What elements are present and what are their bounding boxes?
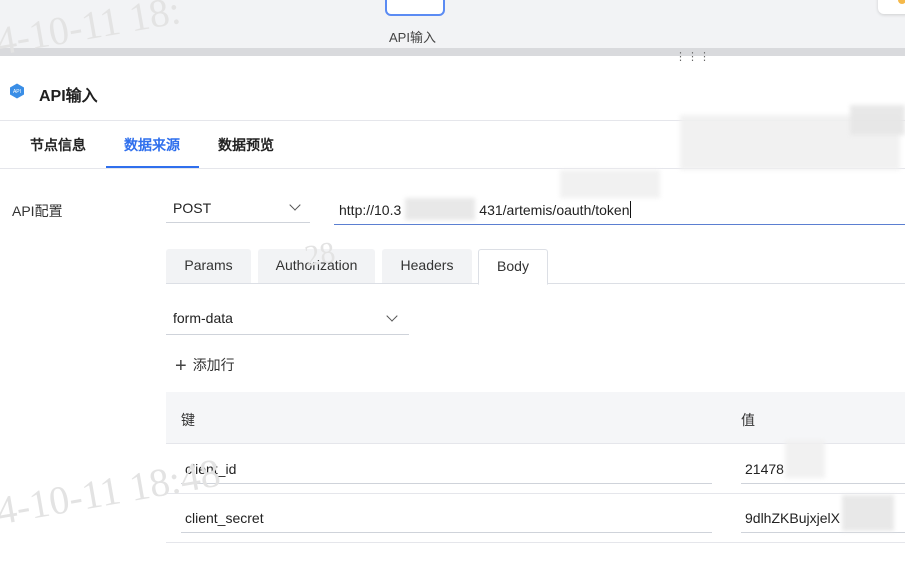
corner-node[interactable] <box>878 0 905 14</box>
tab-params[interactable]: Params <box>166 249 251 283</box>
table-row: client_secret 9dlhZKBujxjelX <box>166 494 905 543</box>
panel-title: API输入 <box>39 88 98 105</box>
tab-headers[interactable]: Headers <box>382 249 472 283</box>
redaction-mosaic <box>560 170 660 198</box>
api-config-label: API配置 <box>12 203 63 219</box>
redaction-mosaic <box>842 495 894 531</box>
request-tabs: Params Authorization Headers Body <box>166 249 905 285</box>
panel-header: API API输入 <box>0 66 905 121</box>
tab-node-info[interactable]: 节点信息 <box>30 135 86 155</box>
chevron-down-icon <box>289 199 301 211</box>
chevron-down-icon <box>386 310 398 322</box>
key-value: client_id <box>185 461 237 477</box>
value-value: 21478 <box>745 461 784 477</box>
node-label: API输入 <box>389 30 436 45</box>
redaction-mosaic <box>785 440 825 478</box>
tab-data-preview[interactable]: 数据预览 <box>218 135 274 155</box>
http-method-select[interactable]: POST <box>166 195 310 223</box>
api-icon: API <box>10 83 24 99</box>
add-row-button[interactable]: + 添加行 <box>175 355 235 378</box>
text-caret <box>629 201 631 218</box>
drag-handle-icon[interactable]: ⋮⋮⋮ <box>675 52 711 63</box>
panel-resize-splitter[interactable] <box>0 48 905 56</box>
key-input[interactable]: client_secret <box>181 503 712 533</box>
active-tab-indicator <box>106 166 199 168</box>
tab-data-source[interactable]: 数据来源 <box>124 135 180 155</box>
key-value: client_secret <box>185 510 264 526</box>
status-dot-icon <box>898 0 905 4</box>
add-row-label: 添加行 <box>192 357 235 373</box>
tab-authorization[interactable]: Authorization <box>258 249 375 283</box>
redaction-mosaic <box>850 105 905 135</box>
column-header-value: 值 <box>741 412 755 428</box>
plus-icon: + <box>175 355 187 377</box>
api-input-node[interactable] <box>385 0 445 16</box>
canvas-area: API输入 <box>0 0 905 48</box>
url-value: http://10.3 431/artemis/oauth/token <box>339 201 631 218</box>
key-input[interactable]: client_id <box>181 454 712 484</box>
tab-body[interactable]: Body <box>478 249 548 285</box>
table-header: 键 值 <box>166 392 905 444</box>
svg-text:API: API <box>13 89 21 95</box>
http-method-value: POST <box>173 200 212 216</box>
body-format-select[interactable]: form-data <box>166 304 409 335</box>
redaction-mosaic <box>405 198 475 220</box>
body-format-value: form-data <box>173 310 233 326</box>
api-input-panel-screen: API输入 ⋮⋮⋮ API API输入 节点信息 数据来源 数据预览 API配置… <box>0 0 905 567</box>
value-value: 9dlhZKBujxjelX <box>745 510 840 526</box>
column-header-key: 键 <box>181 412 195 428</box>
